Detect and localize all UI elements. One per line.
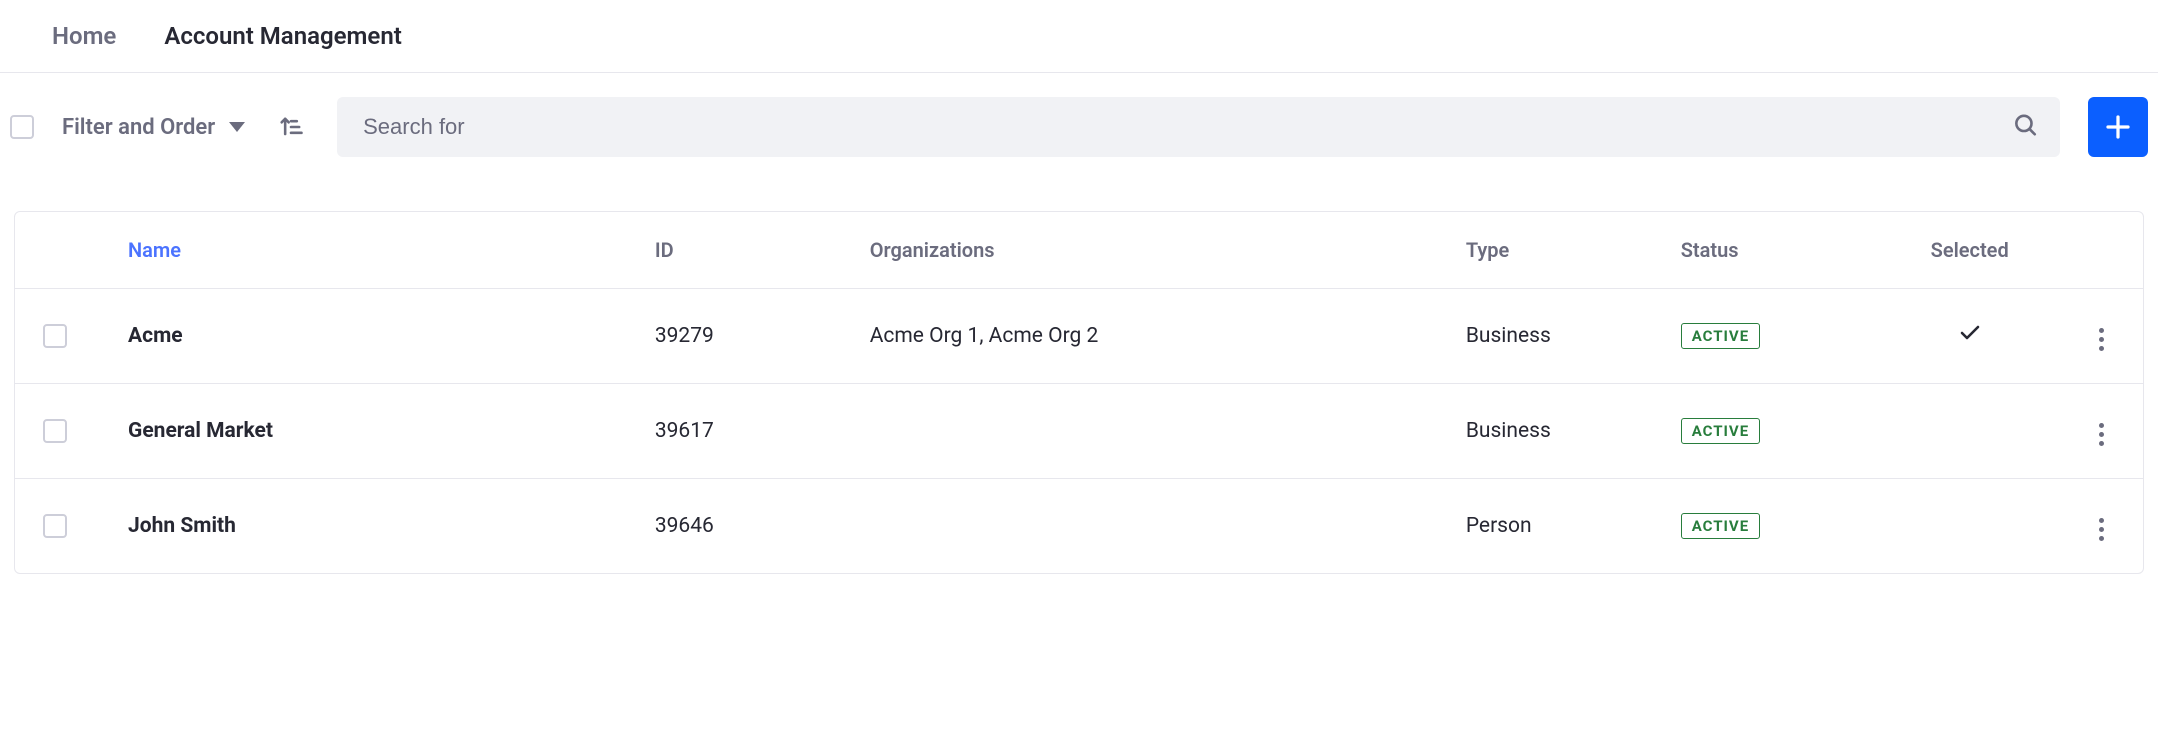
cell-name[interactable]: John Smith — [112, 479, 639, 574]
header-type[interactable]: Type — [1450, 212, 1665, 289]
cell-type: Business — [1450, 384, 1665, 479]
cell-type: Person — [1450, 479, 1665, 574]
cell-selected — [1880, 479, 2060, 574]
search-input[interactable] — [337, 97, 2060, 157]
cell-id: 39279 — [639, 289, 854, 384]
filter-order-dropdown[interactable]: Filter and Order — [62, 115, 245, 140]
plus-icon — [2103, 112, 2133, 142]
row-actions-menu[interactable] — [2093, 512, 2110, 547]
status-badge: ACTIVE — [1681, 513, 1760, 539]
select-all-checkbox[interactable] — [10, 115, 34, 139]
caret-down-icon — [229, 122, 245, 132]
cell-status: ACTIVE — [1665, 479, 1880, 574]
cell-type: Business — [1450, 289, 1665, 384]
cell-name[interactable]: General Market — [112, 384, 639, 479]
toolbar: Filter and Order — [0, 73, 2158, 181]
add-button[interactable] — [2088, 97, 2148, 157]
breadcrumb: Home Account Management — [0, 0, 2158, 73]
row-checkbox[interactable] — [43, 324, 67, 348]
sort-icon — [277, 113, 305, 141]
cell-status: ACTIVE — [1665, 289, 1880, 384]
row-checkbox[interactable] — [43, 514, 67, 538]
header-orgs[interactable]: Organizations — [854, 212, 1450, 289]
cell-status: ACTIVE — [1665, 384, 1880, 479]
header-id[interactable]: ID — [639, 212, 854, 289]
cell-selected — [1880, 384, 2060, 479]
table-row: Acme39279Acme Org 1, Acme Org 2Business A… — [15, 289, 2143, 384]
header-selected[interactable]: Selected — [1880, 212, 2060, 289]
nav-account-management-link[interactable]: Account Management — [164, 22, 401, 50]
table-row: General Market39617 Business ACTIVE — [15, 384, 2143, 479]
row-actions-menu[interactable] — [2093, 322, 2110, 357]
status-badge: ACTIVE — [1681, 418, 1760, 444]
header-name[interactable]: Name — [112, 212, 639, 289]
cell-orgs — [854, 384, 1450, 479]
cell-name[interactable]: Acme — [112, 289, 639, 384]
cell-id: 39646 — [639, 479, 854, 574]
search-field — [337, 97, 2060, 157]
table-header-row: Name ID Organizations Type Status Select… — [15, 212, 2143, 289]
header-status[interactable]: Status — [1665, 212, 1880, 289]
row-checkbox[interactable] — [43, 419, 67, 443]
table-row: John Smith39646 Person ACTIVE — [15, 479, 2143, 574]
sort-button[interactable] — [273, 109, 309, 145]
accounts-table: Name ID Organizations Type Status Select… — [14, 211, 2144, 574]
cell-orgs: Acme Org 1, Acme Org 2 — [854, 289, 1450, 384]
nav-home-link[interactable]: Home — [52, 22, 116, 50]
row-actions-menu[interactable] — [2093, 417, 2110, 452]
filter-order-label: Filter and Order — [62, 115, 215, 140]
cell-orgs — [854, 479, 1450, 574]
cell-id: 39617 — [639, 384, 854, 479]
search-icon — [2012, 112, 2038, 143]
cell-selected — [1880, 289, 2060, 384]
status-badge: ACTIVE — [1681, 323, 1760, 349]
check-icon — [1958, 321, 1982, 345]
